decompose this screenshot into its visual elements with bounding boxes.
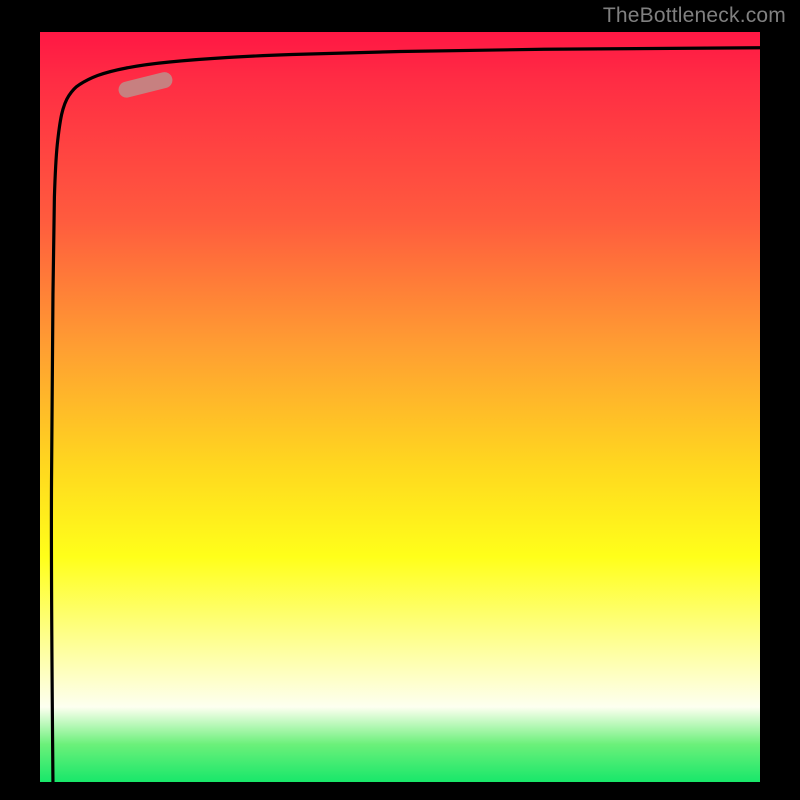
watermark-text: TheBottleneck.com xyxy=(603,4,786,28)
bottleneck-curve xyxy=(51,48,760,782)
curve-marker xyxy=(117,70,174,99)
chart-frame: TheBottleneck.com xyxy=(0,0,800,800)
curve-svg xyxy=(40,32,760,782)
plot-area xyxy=(40,32,760,782)
